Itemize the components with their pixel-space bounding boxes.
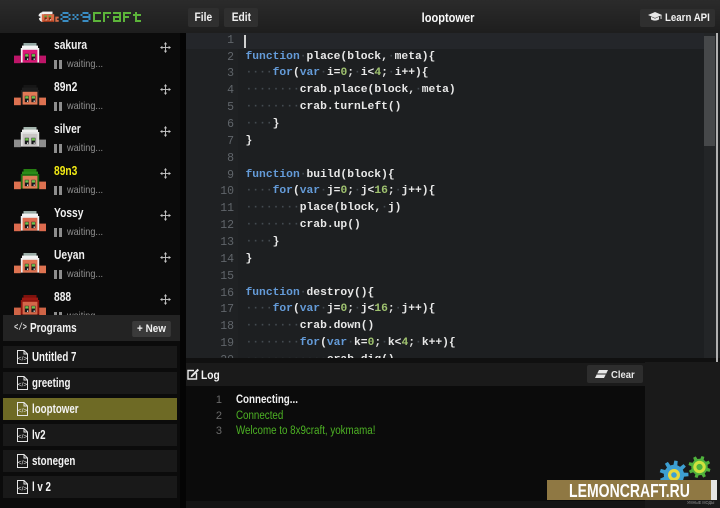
svg-text:</>: </> — [18, 356, 28, 363]
svg-text:</>: </> — [18, 486, 28, 493]
svg-text:</>: </> — [18, 460, 28, 467]
svg-text:</>: </> — [18, 382, 28, 389]
svg-text:</>: </> — [18, 434, 28, 441]
svg-text:</>: </> — [18, 408, 28, 415]
